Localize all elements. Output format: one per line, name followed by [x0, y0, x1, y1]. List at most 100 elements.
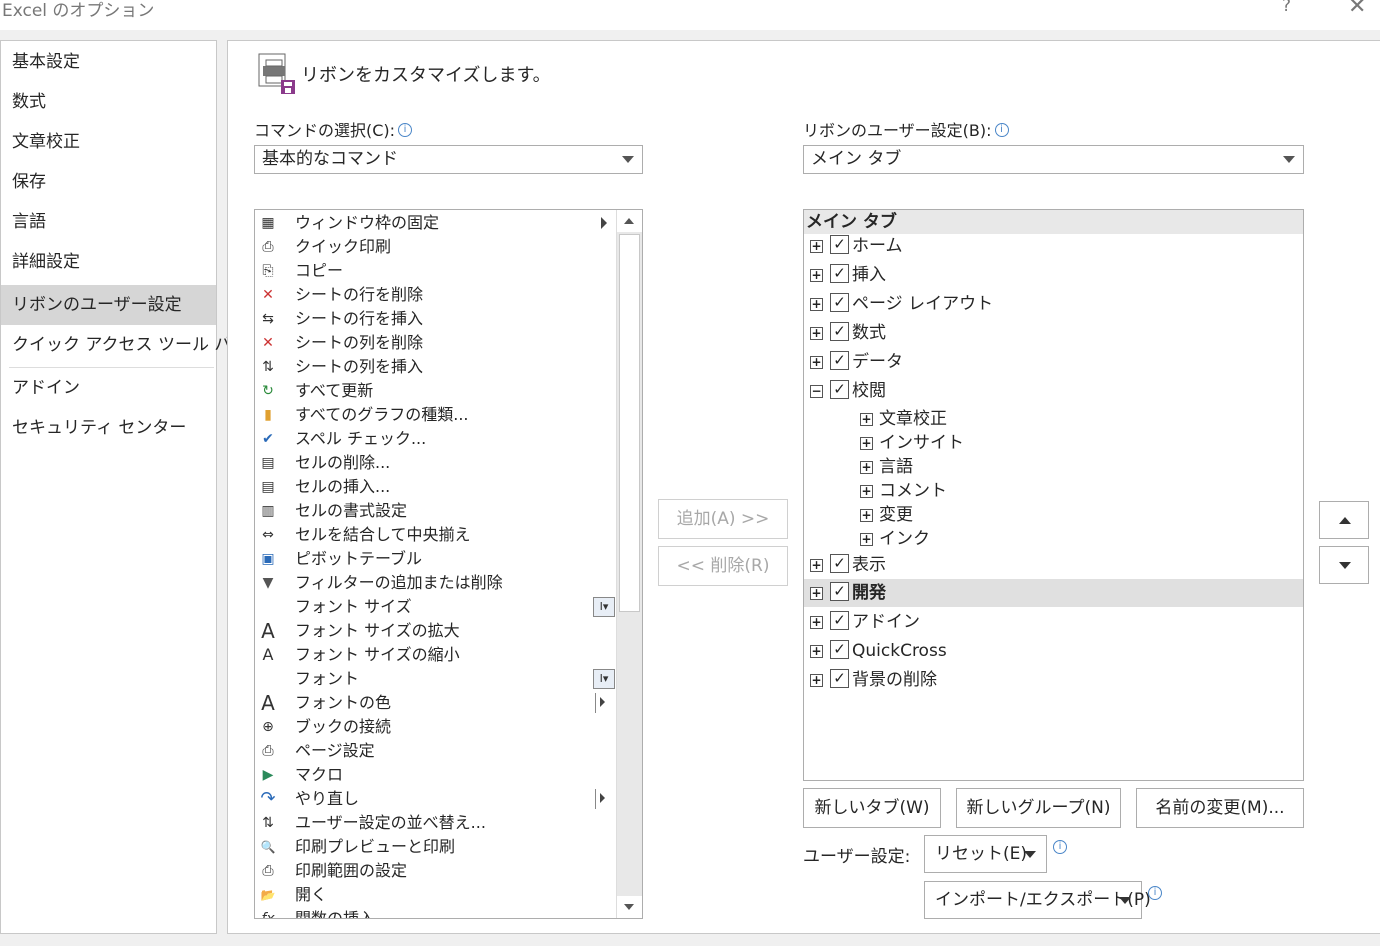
reset-dropdown[interactable]: リセット(E): [924, 835, 1047, 873]
list-item[interactable]: ▦ ウィンドウ枠の固定: [255, 211, 617, 235]
checkbox[interactable]: ✓: [830, 293, 849, 312]
tree-item-tab[interactable]: + ✓ ホーム: [804, 232, 1303, 260]
add-button[interactable]: 追加(A) >>: [658, 499, 788, 539]
new-group-button[interactable]: 新しいグループ(N): [956, 788, 1121, 828]
list-item[interactable]: フォント I▾: [255, 667, 617, 691]
tree-item-tab[interactable]: + ✓ 表示: [804, 551, 1303, 579]
scroll-up-icon[interactable]: [617, 210, 642, 232]
checkbox[interactable]: ✓: [830, 640, 849, 659]
tree-item-group[interactable]: + コメント: [804, 479, 1303, 503]
commands-scrollbar[interactable]: [616, 210, 642, 918]
collapse-icon[interactable]: −: [810, 385, 823, 398]
expand-icon[interactable]: +: [810, 645, 823, 658]
list-item[interactable]: 📂 開く: [255, 883, 617, 907]
tree-item-group[interactable]: + インサイト: [804, 431, 1303, 455]
move-down-button[interactable]: [1319, 546, 1369, 584]
expand-icon[interactable]: +: [810, 298, 823, 311]
tree-item-group[interactable]: + 変更: [804, 503, 1303, 527]
ribbon-tabs-select[interactable]: メイン タブ: [803, 145, 1304, 174]
nav-item-proofing[interactable]: 文章校正: [1, 122, 216, 162]
list-item[interactable]: ✕ シートの行を削除: [255, 283, 617, 307]
expand-icon[interactable]: +: [810, 269, 823, 282]
expand-icon[interactable]: +: [860, 533, 873, 546]
expand-icon[interactable]: +: [810, 616, 823, 629]
list-item[interactable]: ⇔ セルを結合して中央揃え: [255, 523, 617, 547]
nav-item-formulas[interactable]: 数式: [1, 82, 216, 122]
expand-icon[interactable]: +: [860, 413, 873, 426]
list-item[interactable]: ⊕ ブックの接続: [255, 715, 617, 739]
checkbox[interactable]: ✓: [830, 554, 849, 573]
checkbox[interactable]: ✓: [830, 351, 849, 370]
list-item[interactable]: ▼ フィルターの追加または削除: [255, 571, 617, 595]
list-item[interactable]: ⇅ ユーザー設定の並べ替え...: [255, 811, 617, 835]
list-item[interactable]: A フォントの色: [255, 691, 617, 715]
list-item[interactable]: ▣ ピボットテーブル: [255, 547, 617, 571]
list-item[interactable]: ▥ セルの書式設定: [255, 499, 617, 523]
list-item[interactable]: ⎙ クイック印刷: [255, 235, 617, 259]
list-item[interactable]: fx 関数の挿入...: [255, 907, 617, 918]
checkbox[interactable]: ✓: [830, 582, 849, 601]
tree-item-tab[interactable]: + ✓ ページ レイアウト: [804, 290, 1303, 318]
tree-item-tab[interactable]: + ✓ アドイン: [804, 608, 1303, 636]
tree-item-tab[interactable]: + ✓ 挿入: [804, 261, 1303, 289]
checkbox[interactable]: ✓: [830, 264, 849, 283]
nav-item-advanced[interactable]: 詳細設定: [1, 242, 216, 282]
nav-item-save[interactable]: 保存: [1, 162, 216, 202]
checkbox[interactable]: ✓: [830, 322, 849, 341]
tree-item-group[interactable]: + 文章校正: [804, 407, 1303, 431]
nav-item-quick-access-toolbar[interactable]: クイック アクセス ツール バー: [1, 325, 248, 365]
remove-button[interactable]: << 削除(R): [658, 546, 788, 586]
list-item[interactable]: 🔍 印刷プレビューと印刷: [255, 835, 617, 859]
list-item[interactable]: A フォント サイズの縮小: [255, 643, 617, 667]
expand-icon[interactable]: +: [810, 356, 823, 369]
list-item[interactable]: ▮ すべてのグラフの種類...: [255, 403, 617, 427]
import-export-dropdown[interactable]: インポート/エクスポート(P): [924, 881, 1151, 919]
tree-item-tab[interactable]: + ✓ QuickCross: [804, 637, 1303, 665]
checkbox[interactable]: ✓: [830, 611, 849, 630]
tree-item-tab[interactable]: + ✓ 数式: [804, 319, 1303, 347]
list-item[interactable]: ✕ シートの列を削除: [255, 331, 617, 355]
expand-icon[interactable]: +: [810, 587, 823, 600]
nav-item-general[interactable]: 基本設定: [1, 42, 216, 82]
nav-item-customize-ribbon[interactable]: リボンのユーザー設定: [1, 285, 216, 325]
list-item[interactable]: ⇅ シートの列を挿入: [255, 355, 617, 379]
commands-list[interactable]: ▦ ウィンドウ枠の固定 ⎙ クイック印刷 ⎘ コピー ✕ シートの行を削除 ⇆ シートの行…: [254, 209, 643, 919]
list-item[interactable]: A フォント サイズの拡大: [255, 619, 617, 643]
expand-icon[interactable]: +: [810, 240, 823, 253]
expand-icon[interactable]: +: [860, 461, 873, 474]
tree-item-group[interactable]: + 言語: [804, 455, 1303, 479]
checkbox[interactable]: ✓: [830, 235, 849, 254]
expand-icon[interactable]: +: [860, 509, 873, 522]
tree-item-tab[interactable]: + ✓ データ: [804, 348, 1303, 376]
move-up-button[interactable]: [1319, 501, 1369, 539]
tree-item-group[interactable]: + インク: [804, 527, 1303, 551]
list-item[interactable]: ✔ スペル チェック...: [255, 427, 617, 451]
list-item[interactable]: ▤ セルの削除...: [255, 451, 617, 475]
new-tab-button[interactable]: 新しいタブ(W): [803, 788, 941, 828]
nav-item-trust-center[interactable]: セキュリティ センター: [1, 408, 216, 448]
list-item[interactable]: ▶ マクロ: [255, 763, 617, 787]
list-item[interactable]: ⎘ コピー: [255, 259, 617, 283]
tree-item-tab[interactable]: − ✓ 校閲: [804, 377, 1303, 405]
checkbox[interactable]: ✓: [830, 380, 849, 399]
expand-icon[interactable]: +: [810, 327, 823, 340]
expand-icon[interactable]: +: [810, 559, 823, 572]
list-item[interactable]: ↷ やり直し: [255, 787, 617, 811]
help-icon[interactable]: ?: [1282, 0, 1291, 16]
tree-item-tab-selected[interactable]: + ✓ 開発: [804, 579, 1303, 607]
tree-item-tab[interactable]: + ✓ 背景の削除: [804, 666, 1303, 694]
list-item[interactable]: ↻ すべて更新: [255, 379, 617, 403]
expand-icon[interactable]: +: [810, 674, 823, 687]
list-item[interactable]: ▤ セルの挿入...: [255, 475, 617, 499]
expand-icon[interactable]: +: [860, 485, 873, 498]
close-icon[interactable]: ✕: [1348, 0, 1366, 19]
nav-item-addins[interactable]: アドイン: [1, 368, 216, 408]
commands-source-select[interactable]: 基本的なコマンド: [254, 145, 643, 174]
scroll-down-icon[interactable]: [617, 896, 642, 918]
scrollbar-thumb[interactable]: [619, 234, 640, 612]
checkbox[interactable]: ✓: [830, 669, 849, 688]
list-item[interactable]: ⎙ 印刷範囲の設定: [255, 859, 617, 883]
rename-button[interactable]: 名前の変更(M)...: [1136, 788, 1304, 828]
list-item[interactable]: ⇆ シートの行を挿入: [255, 307, 617, 331]
nav-item-language[interactable]: 言語: [1, 202, 216, 242]
